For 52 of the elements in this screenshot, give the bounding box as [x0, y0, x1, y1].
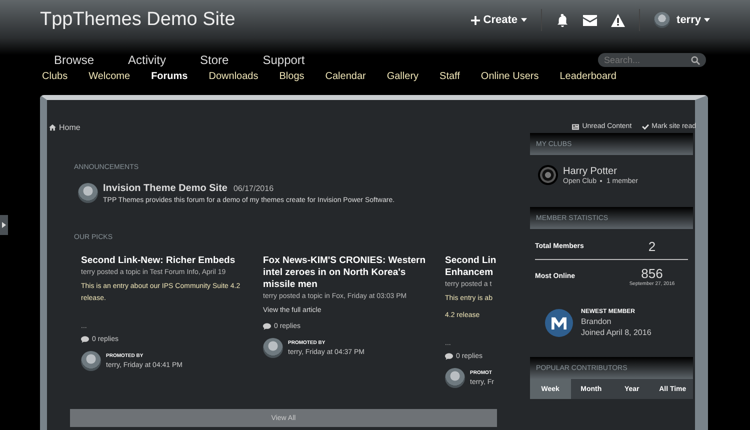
nav-tab[interactable]: Support	[262, 53, 305, 67]
subnav-link[interactable]: Gallery	[386, 71, 419, 82]
user-avatar	[78, 183, 98, 203]
pick-title[interactable]: Second Lin	[445, 255, 501, 267]
search-icon	[691, 56, 700, 65]
club-icon	[538, 165, 558, 185]
announcement-date: 06/17/2016	[233, 184, 274, 193]
speech-bubble-icon	[81, 336, 89, 343]
site-title: TppThemes Demo Site	[40, 9, 236, 31]
speech-bubble-icon	[263, 323, 271, 330]
home-icon	[49, 124, 56, 131]
caret-icon	[704, 18, 710, 22]
club-name[interactable]: Harry Potter	[563, 166, 638, 176]
create-button[interactable]: Create	[471, 14, 527, 26]
member-joined: Joined April 8, 2016	[581, 328, 652, 337]
subnav-link[interactable]: Forums	[151, 71, 188, 82]
announcement-title[interactable]: Invision Theme Demo Site	[103, 183, 228, 194]
subnav-link[interactable]: Downloads	[208, 71, 258, 82]
pick-title[interactable]: Enhancem	[445, 267, 501, 279]
user-avatar	[654, 12, 670, 28]
user-avatar	[81, 351, 101, 371]
pick-title[interactable]: Second Link-New: Richer Embeds	[81, 255, 251, 267]
caret-icon	[520, 18, 527, 22]
nav-tab[interactable]: Activity	[128, 53, 166, 67]
checkmark-icon	[642, 124, 649, 130]
subnav-link[interactable]: Welcome	[88, 71, 130, 82]
breadcrumb-link[interactable]: Home	[49, 123, 526, 132]
nav-tab[interactable]: Store	[200, 53, 229, 67]
side-drawer-tab[interactable]	[0, 215, 8, 235]
subnav-link[interactable]: Blogs	[279, 71, 304, 82]
bell-icon[interactable]	[556, 14, 569, 26]
pick-title[interactable]: Fox News-KIM'S CRONIES: Western intel zeroes in on North Korea's missile men	[263, 255, 433, 291]
user-avatar	[445, 368, 465, 388]
speech-bubble-icon	[445, 353, 453, 360]
plus-icon	[471, 16, 480, 24]
subnav-link[interactable]: Staff	[440, 71, 460, 82]
user-avatar	[263, 338, 283, 358]
nav-tab[interactable]: Browse	[54, 53, 94, 67]
subnav-link[interactable]: Online Users	[480, 71, 539, 82]
warning-icon[interactable]	[610, 14, 625, 26]
member-name[interactable]: Brandon	[581, 317, 652, 326]
user-menu[interactable]: terry	[654, 12, 710, 28]
stat-value: 2	[647, 239, 657, 254]
envelope-icon[interactable]	[582, 14, 597, 26]
stat-value: 856	[640, 266, 664, 281]
chevron-right-icon	[2, 222, 6, 228]
subnav-link[interactable]: Leaderboard	[560, 71, 616, 82]
search-field[interactable]: Search...	[598, 53, 706, 67]
subnav-link[interactable]: Calendar	[325, 71, 366, 82]
newspaper-icon	[572, 124, 580, 130]
subnav-link[interactable]: Clubs	[42, 71, 68, 82]
member-avatar	[545, 309, 573, 337]
